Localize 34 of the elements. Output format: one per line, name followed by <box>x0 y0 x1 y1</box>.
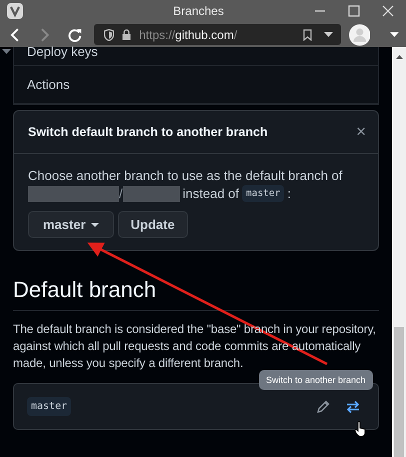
dialog-text: Choose another branch to use as the default branch of <box>28 168 344 183</box>
collapse-triangle-icon[interactable] <box>2 49 11 55</box>
dialog-title: Switch default branch to another branch <box>28 125 268 139</box>
update-button[interactable]: Update <box>118 211 188 238</box>
switch-arrows-icon[interactable] <box>346 400 360 414</box>
menu-dropdown-icon[interactable] <box>390 32 399 38</box>
menu-item[interactable]: Deploy keys <box>14 47 378 66</box>
dropdown-icon[interactable] <box>324 32 333 38</box>
slash-text: / <box>119 186 123 201</box>
branch-name: master <box>242 185 284 202</box>
profile-avatar-icon[interactable] <box>348 24 370 46</box>
maximize-icon[interactable] <box>348 5 360 17</box>
back-icon[interactable] <box>9 28 21 42</box>
pencil-icon[interactable] <box>316 400 330 414</box>
branch-select-button[interactable]: master <box>28 211 114 238</box>
address-field[interactable]: https://github.com/ <box>94 24 341 45</box>
caret-icon <box>90 222 99 226</box>
lock-icon <box>122 29 132 40</box>
reload-icon[interactable] <box>68 28 82 42</box>
redacted-mask <box>122 186 180 202</box>
bookmark-icon[interactable] <box>302 28 312 40</box>
scrollbar-thumb[interactable] <box>394 327 404 457</box>
close-button[interactable]: × <box>356 122 366 142</box>
section-heading: Default branch <box>13 277 379 311</box>
window-title: Branches <box>172 4 225 18</box>
branch-name: master <box>27 397 72 416</box>
close-icon[interactable] <box>382 5 394 17</box>
tooltip: Switch to another branch <box>259 370 373 390</box>
pointer-cursor-icon <box>354 421 366 437</box>
browser-logo-icon <box>7 3 23 19</box>
dialog-text: instead of <box>182 186 239 201</box>
colon-text: : <box>287 186 291 201</box>
shield-icon <box>104 28 114 40</box>
scroll-up-icon[interactable] <box>396 55 403 59</box>
